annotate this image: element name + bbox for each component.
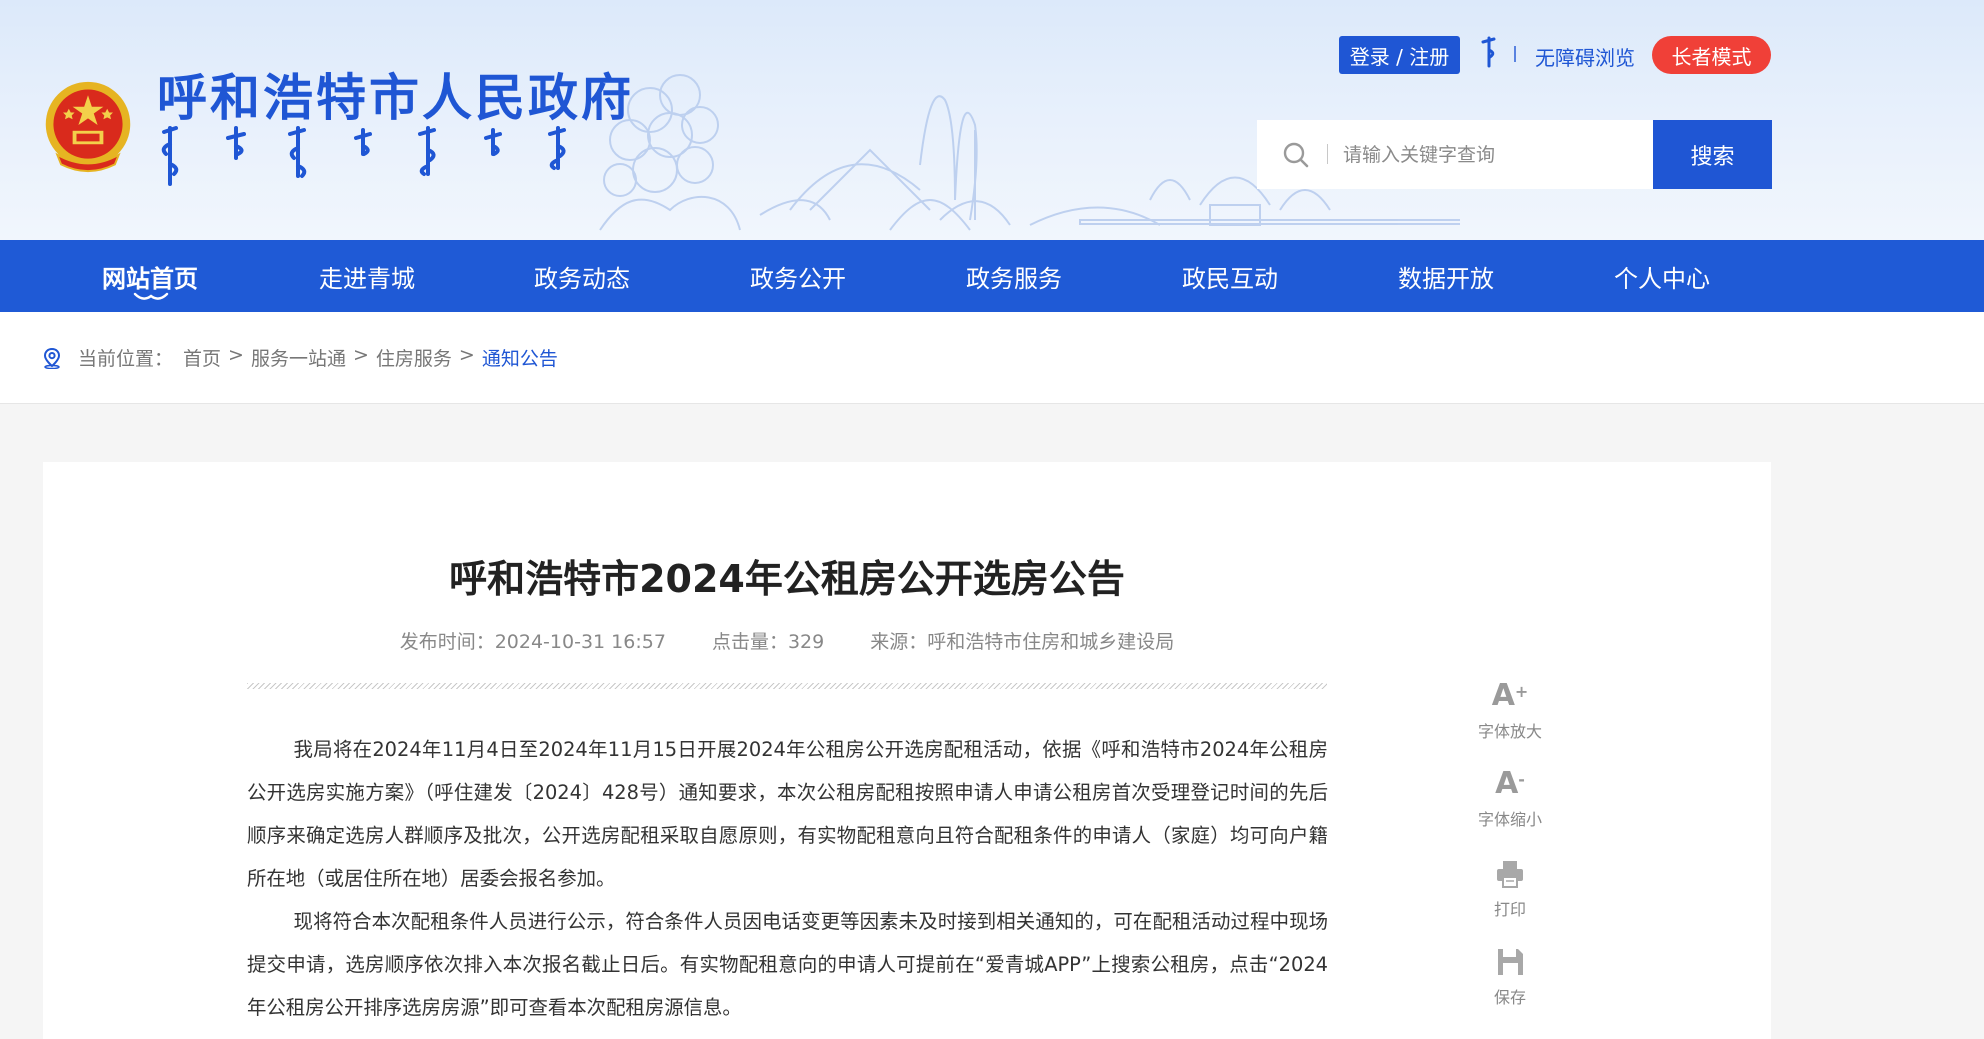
search-divider: [1327, 144, 1328, 164]
main-nav: 网站首页 走进青城 政务动态 政务公开 政务服务 政民互动 数据开放 个人中心: [0, 240, 1984, 312]
font-larger-label: 字体放大: [1477, 722, 1542, 741]
login-register-button[interactable]: 登录 / 注册: [1339, 36, 1460, 74]
font-smaller-tool[interactable]: A- 字体缩小: [1460, 766, 1560, 830]
accessible-browse-link[interactable]: 无障碍浏览: [1535, 42, 1635, 71]
nav-item-interaction[interactable]: 政民互动: [1150, 240, 1310, 312]
save-label: 保存: [1493, 988, 1526, 1007]
breadcrumb-one-stop-service[interactable]: 服务一站通: [251, 344, 346, 371]
save-icon: [1498, 949, 1523, 975]
article-title: 呼和浩特市2024年公租房公开选房公告: [449, 557, 1125, 601]
nav-item-about-city[interactable]: 走进青城: [287, 240, 447, 312]
print-label: 打印: [1493, 900, 1526, 919]
location-pin-icon: [43, 347, 61, 369]
breadcrumb-separator: >: [352, 344, 369, 366]
search-icon: [1283, 142, 1309, 168]
breadcrumb-separator: >: [228, 344, 244, 366]
breadcrumb-housing-service[interactable]: 住房服务: [376, 344, 452, 371]
elder-mode-button[interactable]: 长者模式: [1652, 36, 1771, 74]
article-body: 我局将在2024年11月4日至2024年11月15日开展2024年公租房公开选房…: [247, 728, 1328, 1029]
article-paragraph: 现将符合本次配租条件人员进行公示，符合条件人员因电话变更等因素未及时接到相关通知…: [247, 910, 1328, 1019]
breadcrumb-prefix: 当前位置：: [78, 348, 174, 370]
nav-item-gov-news[interactable]: 政务动态: [502, 240, 662, 312]
article-meta: 发布时间：2024-10-31 16:57 点击量：329 来源：呼和浩特市住房…: [247, 627, 1327, 654]
font-larger-tool[interactable]: A+ 字体放大: [1460, 678, 1560, 742]
site-title: 呼和浩特市人民政府: [157, 69, 634, 127]
nav-item-gov-disclosure[interactable]: 政务公开: [718, 240, 878, 312]
breadcrumb-notice[interactable]: 通知公告: [482, 344, 558, 371]
article-paragraph: 我局将在2024年11月4日至2024年11月15日开展2024年公租房公开选房…: [247, 738, 1328, 890]
printer-icon: [1497, 861, 1523, 888]
article-source: 来源：呼和浩特市住房和城乡建设局: [870, 631, 1175, 653]
publish-time: 发布时间：2024-10-31 16:57: [399, 631, 666, 653]
breadcrumb-separator: >: [458, 344, 475, 366]
print-tool[interactable]: 打印: [1460, 856, 1560, 920]
nav-item-personal-center[interactable]: 个人中心: [1582, 240, 1742, 312]
nav-active-indicator: [133, 292, 169, 300]
breadcrumb-home[interactable]: 首页: [183, 344, 221, 371]
search-button[interactable]: 搜索: [1653, 120, 1772, 189]
font-smaller-icon: A-: [1495, 766, 1525, 801]
title-divider: [247, 683, 1327, 689]
font-smaller-label: 字体缩小: [1477, 810, 1542, 829]
nav-item-gov-services[interactable]: 政务服务: [934, 240, 1094, 312]
nav-item-open-data[interactable]: 数据开放: [1366, 240, 1526, 312]
click-count: 点击量：329: [711, 631, 825, 653]
font-larger-icon: A+: [1491, 678, 1529, 713]
national-emblem-logo: [45, 81, 131, 173]
breadcrumb: 当前位置： 首页 > 服务一站通 > 住房服务 > 通知公告: [78, 344, 558, 371]
mongolian-script-title: [161, 126, 566, 186]
mongolian-language-icon[interactable]: [1480, 36, 1498, 68]
search-input[interactable]: [1343, 136, 1643, 174]
utility-divider: [1514, 46, 1516, 62]
save-tool[interactable]: 保存: [1460, 944, 1560, 1008]
